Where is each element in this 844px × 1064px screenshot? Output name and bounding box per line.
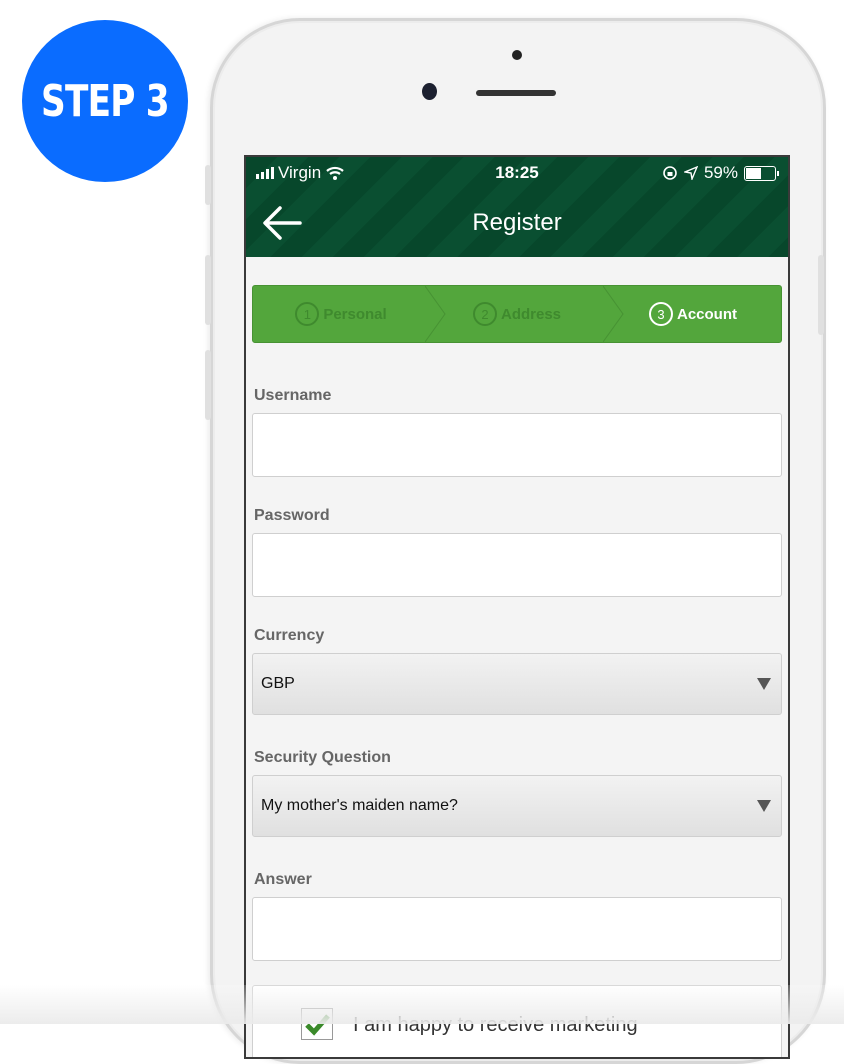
- earpiece-speaker: [476, 90, 556, 96]
- security-question-select[interactable]: My mother's maiden name?: [252, 775, 782, 837]
- front-camera: [422, 83, 437, 100]
- answer-label: Answer: [254, 871, 312, 888]
- rotation-lock-icon: [663, 166, 677, 180]
- battery-percent: 59%: [703, 163, 738, 182]
- bottom-fade: [0, 985, 844, 1024]
- phone-power-button: [818, 255, 824, 335]
- status-bar: Virgin 18:25 59%: [246, 163, 788, 185]
- phone-mute-switch: [205, 165, 211, 205]
- currency-label: Currency: [254, 627, 325, 644]
- step-badge: STEP 3: [22, 20, 188, 182]
- app-header: Virgin 18:25 59% Register: [246, 157, 788, 257]
- currency-value: GBP: [261, 675, 295, 692]
- step-label: Address: [500, 305, 562, 323]
- step-number: 3: [649, 302, 673, 326]
- step-account[interactable]: 3 Account: [605, 286, 781, 342]
- step-number: 1: [295, 302, 320, 326]
- currency-select[interactable]: GBP: [252, 653, 782, 715]
- phone-screen: Virgin 18:25 59% Register 1 Personal 2 Add…: [244, 155, 790, 1059]
- step-address[interactable]: 2 Address: [429, 286, 605, 342]
- battery-icon: [744, 165, 779, 181]
- step-personal[interactable]: 1 Personal: [253, 286, 429, 342]
- username-input[interactable]: [252, 413, 782, 477]
- dropdown-arrow-icon: [757, 800, 771, 812]
- security-question-value: My mother's maiden name?: [261, 797, 458, 814]
- security-question-label: Security Question: [254, 749, 391, 766]
- password-label: Password: [254, 507, 330, 524]
- step-label: Personal: [323, 305, 387, 323]
- registration-steps: 1 Personal 2 Address 3 Account: [252, 285, 782, 343]
- location-icon: [683, 166, 698, 180]
- phone-volume-down: [205, 350, 211, 420]
- dropdown-arrow-icon: [757, 678, 771, 690]
- step-badge-text: STEP 3: [41, 75, 170, 127]
- answer-input[interactable]: [252, 897, 782, 961]
- page-title: Register: [472, 209, 562, 236]
- proximity-sensor: [512, 50, 522, 60]
- phone-volume-up: [205, 255, 211, 325]
- username-label: Username: [254, 387, 332, 404]
- step-label: Account: [677, 305, 737, 323]
- password-input[interactable]: [252, 533, 782, 597]
- step-number: 2: [472, 302, 497, 326]
